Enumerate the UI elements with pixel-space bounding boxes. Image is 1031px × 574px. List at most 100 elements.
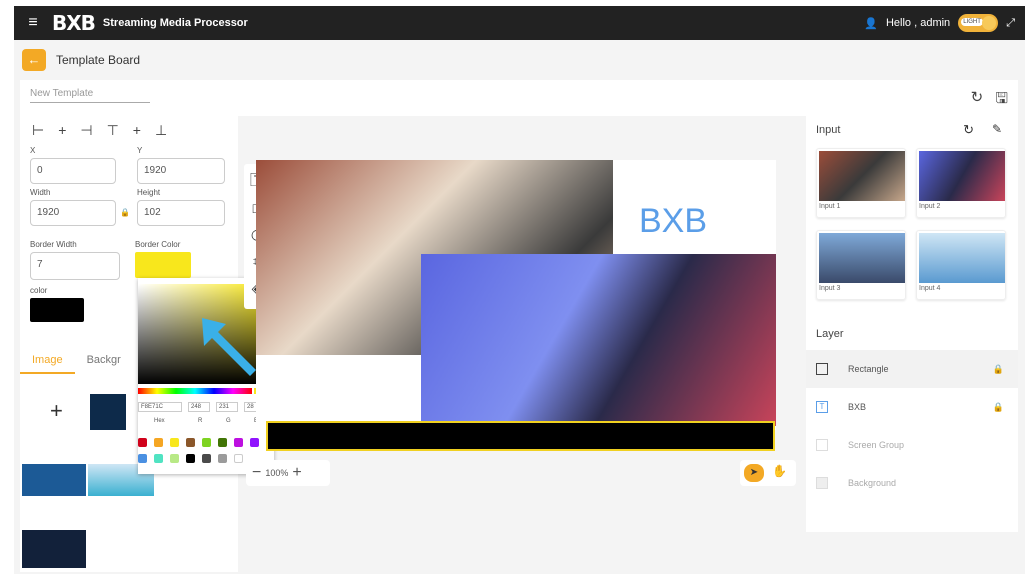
preset-swatch[interactable] [202,454,211,463]
image-thumb[interactable] [20,528,88,570]
zoom-out-icon[interactable]: − [252,464,261,482]
preset-swatch[interactable] [154,438,163,447]
border-color-label: Border Color [135,240,181,249]
breadcrumb: ← Template Board [14,40,1025,80]
preset-swatch[interactable] [186,438,195,447]
g-input[interactable]: 231 [216,402,238,412]
input-preview [919,151,1005,201]
y-input[interactable]: 1920 [137,158,225,184]
asset-tabs: Image Backgr [20,348,130,374]
page-title: Template Board [56,53,141,67]
preset-swatch[interactable] [234,454,243,463]
input-card[interactable]: Input 3 [816,230,906,300]
canvas[interactable]: BXB [256,160,776,430]
r-label: R [198,418,203,424]
tab-background[interactable]: Backgr [75,348,133,374]
image-thumb[interactable] [88,392,128,432]
height-input[interactable]: 102 [137,200,225,226]
add-image-icon[interactable]: + [50,398,63,424]
edit-icon[interactable]: ✎ [992,122,1002,136]
preset-swatch[interactable] [234,438,243,447]
input-caption: Input 4 [919,285,941,292]
preset-swatch[interactable] [218,454,227,463]
rectangle-element[interactable] [266,421,775,451]
align-center-v-icon[interactable]: + [133,122,141,139]
input-preview [919,233,1005,283]
zoom-in-icon[interactable]: + [292,464,301,482]
color-swatch[interactable] [30,298,84,322]
logo: BXB [52,11,96,35]
hand-mode-icon[interactable]: ✋ [772,464,787,478]
input-card[interactable]: Input 2 [916,148,1006,218]
select-mode-icon[interactable]: ➤ [744,464,764,482]
back-button[interactable]: ← [22,49,46,71]
lock-icon[interactable]: 🔒 [993,402,1018,413]
layer-item[interactable]: Screen Group [806,426,1018,464]
rectangle-layer-icon [816,363,828,375]
width-input[interactable]: 1920 [30,200,116,226]
align-left-icon[interactable]: ⊢ [32,122,44,139]
preset-swatch[interactable] [170,438,179,447]
tab-image[interactable]: Image [20,348,75,374]
app-title: Streaming Media Processor [102,17,248,29]
input-preview [819,151,905,201]
layer-item[interactable]: Background [806,464,1018,502]
preset-swatch[interactable] [154,454,163,463]
folder-icon [816,439,828,451]
border-width-input[interactable]: 7 [30,252,120,280]
align-center-h-icon[interactable]: + [58,122,66,139]
theme-toggle[interactable]: LIGHT [958,14,999,32]
inputs-panel: Input ↻ ✎ Input 1 Input 2 Input 3 Input … [806,116,1018,532]
zoom-level: 100% [265,468,289,478]
inputs-title: Input [816,124,841,136]
preset-swatch[interactable] [138,454,147,463]
bxb-text-element[interactable]: BXB [639,202,707,241]
layer-label: Screen Group [848,440,905,450]
menu-icon[interactable]: ≡ [14,14,52,32]
speaker-photo[interactable] [421,254,776,426]
hex-input[interactable]: F8E71C [138,402,182,412]
x-input[interactable]: 0 [30,158,116,184]
width-label: Width [30,188,51,197]
lock-icon[interactable]: 🔒 [120,208,130,217]
save-icon[interactable]: 🖫 [995,88,1008,113]
lock-icon[interactable]: 🔒 [993,364,1018,375]
input-caption: Input 2 [919,203,941,210]
refresh-inputs-icon[interactable]: ↻ [963,122,974,138]
image-thumb[interactable] [20,462,90,498]
align-top-icon[interactable]: ⊤ [107,122,119,139]
r-input[interactable]: 248 [188,402,210,412]
pointer-arrow-icon [202,318,256,376]
preset-swatch[interactable] [250,438,259,447]
align-bottom-icon[interactable]: ⊥ [155,122,167,139]
text-layer-icon: T [816,401,828,413]
background-layer-icon [816,477,828,489]
y-label: Y [137,146,143,155]
border-color-swatch[interactable] [135,252,191,278]
color-label: color [30,286,48,295]
hex-label: Hex [154,418,165,424]
x-label: X [30,146,36,155]
alignment-toolbar: ⊢ + ⊣ ⊤ + ⊥ [20,116,238,145]
template-name-input[interactable]: New Template [30,88,150,103]
height-label: Height [137,188,161,197]
preset-swatch[interactable] [138,438,147,447]
layer-item[interactable]: Rectangle 🔒 [806,350,1018,388]
user-icon: 👤 [864,17,878,30]
input-card[interactable]: Input 4 [916,230,1006,300]
layer-label: Rectangle [848,364,889,374]
hue-slider[interactable] [138,388,252,394]
layers-title: Layer [816,328,844,340]
preset-swatch[interactable] [218,438,227,447]
preset-swatch[interactable] [186,454,195,463]
input-card[interactable]: Input 1 [816,148,906,218]
preset-swatch[interactable] [202,438,211,447]
input-caption: Input 3 [819,285,841,292]
fullscreen-icon[interactable]: ⤢ [1006,17,1015,30]
layer-item[interactable]: T BXB 🔒 [806,388,1018,426]
user-greeting[interactable]: Hello , admin [886,17,950,29]
theme-label: LIGHT [961,18,983,26]
refresh-icon[interactable]: ↻ [971,88,984,113]
align-right-icon[interactable]: ⊣ [80,122,92,139]
preset-swatch[interactable] [170,454,179,463]
